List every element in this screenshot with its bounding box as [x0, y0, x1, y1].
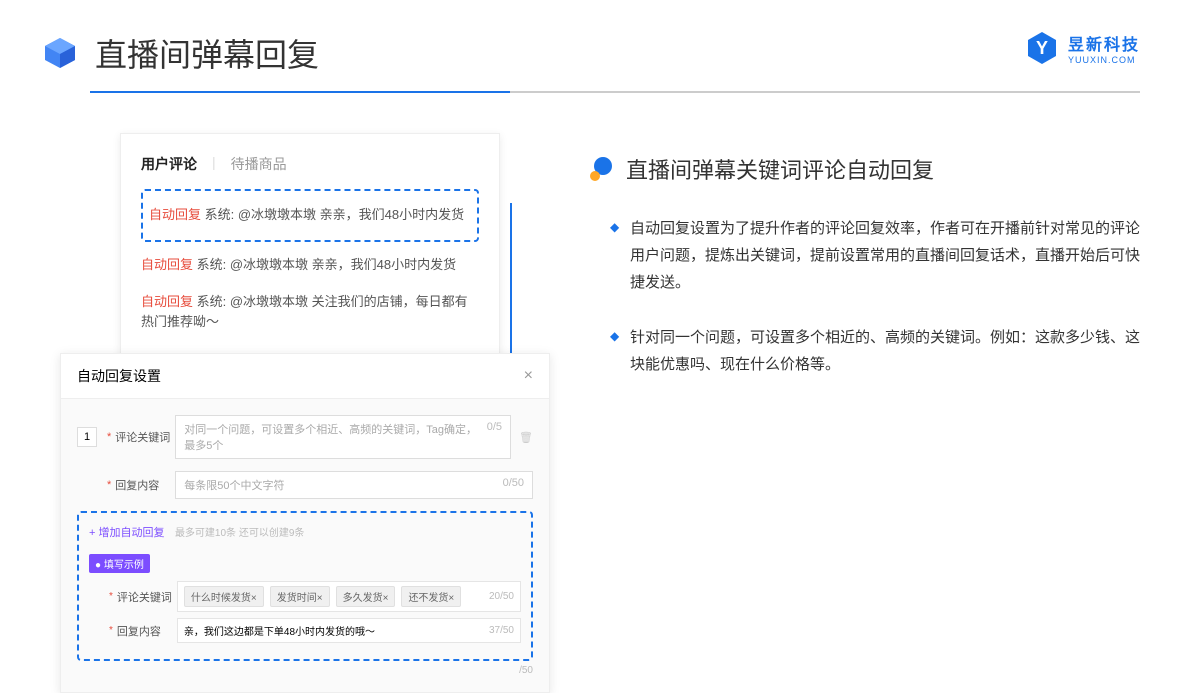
brand-icon: Y: [1024, 30, 1060, 66]
close-icon[interactable]: ×: [524, 367, 533, 385]
screenshot-composite: 用户评论 | 待播商品 自动回复 系统: @冰墩墩本墩 亲亲，我们48小时内发货…: [40, 133, 540, 613]
content-label: 回复内容: [115, 477, 175, 493]
tab-user-comments[interactable]: 用户评论: [141, 154, 197, 174]
page-title: 直播间弹幕回复: [95, 30, 319, 76]
section-title: 直播间弹幕关键词评论自动回复: [626, 153, 934, 185]
example-content-input: 亲，我们这边都是下单48小时内发货的哦～ 37/50: [177, 618, 521, 643]
tab-pending-goods[interactable]: 待播商品: [231, 154, 287, 174]
brand-name: 昱新科技: [1068, 31, 1140, 55]
example-badge: ● 填写示例: [89, 554, 150, 573]
highlighted-comment: 自动回复 系统: @冰墩墩本墩 亲亲，我们48小时内发货: [141, 189, 479, 242]
auto-reply-tag: 自动回复: [149, 207, 201, 222]
auto-reply-settings-modal: 自动回复设置 × 1 * 评论关键词 对同一个问题，可设置多个相近、高频的关键词…: [60, 353, 550, 693]
example-keyword-input: 什么时候发货× 发货时间× 多久发货× 还不发货× 20/50: [177, 581, 521, 612]
example-section: + 增加自动回复 最多可建10条 还可以创建9条 ● 填写示例 * 评论关键词 …: [77, 511, 533, 661]
svg-text:Y: Y: [1036, 38, 1048, 58]
section-bullet-icon: [590, 157, 614, 181]
modal-title: 自动回复设置: [77, 366, 161, 386]
keyword-label: 评论关键词: [115, 429, 175, 445]
keyword-tag[interactable]: 多久发货×: [336, 586, 396, 607]
feature-bullet: 针对同一个问题，可设置多个相近的、高频的关键词。例如：这款多少钱、这块能优惠吗、…: [610, 324, 1140, 378]
keyword-input[interactable]: 对同一个问题，可设置多个相近、高频的关键词，Tag确定，最多5个 0/5: [175, 415, 511, 459]
comments-panel: 用户评论 | 待播商品 自动回复 系统: @冰墩墩本墩 亲亲，我们48小时内发货…: [120, 133, 500, 362]
keyword-tag[interactable]: 还不发货×: [401, 586, 461, 607]
rule-number: 1: [77, 427, 97, 447]
feature-bullet: 自动回复设置为了提升作者的评论回复效率，作者可在开播前针对常见的评论用户问题，提…: [610, 215, 1140, 296]
comment-row: 自动回复 系统: @冰墩墩本墩 关注我们的店铺，每日都有热门推荐呦～: [141, 284, 479, 342]
delete-icon[interactable]: 🗑: [519, 431, 533, 444]
keyword-tag[interactable]: 发货时间×: [270, 586, 330, 607]
add-auto-reply-link[interactable]: + 增加自动回复: [89, 524, 164, 540]
keyword-tag[interactable]: 什么时候发货×: [184, 586, 264, 607]
brand-subtitle: YUUXIN.COM: [1068, 55, 1140, 65]
description-panel: 直播间弹幕关键词评论自动回复 自动回复设置为了提升作者的评论回复效率，作者可在开…: [590, 133, 1140, 613]
page-header: 直播间弹幕回复 Y 昱新科技 YUUXIN.COM: [0, 0, 1180, 91]
brand-logo: Y 昱新科技 YUUXIN.COM: [1024, 30, 1140, 66]
comment-row: 自动回复 系统: @冰墩墩本墩 亲亲，我们48小时内发货: [141, 247, 479, 284]
content-input[interactable]: 每条限50个中文字符 0/50: [175, 471, 533, 499]
cube-icon: [40, 33, 80, 73]
